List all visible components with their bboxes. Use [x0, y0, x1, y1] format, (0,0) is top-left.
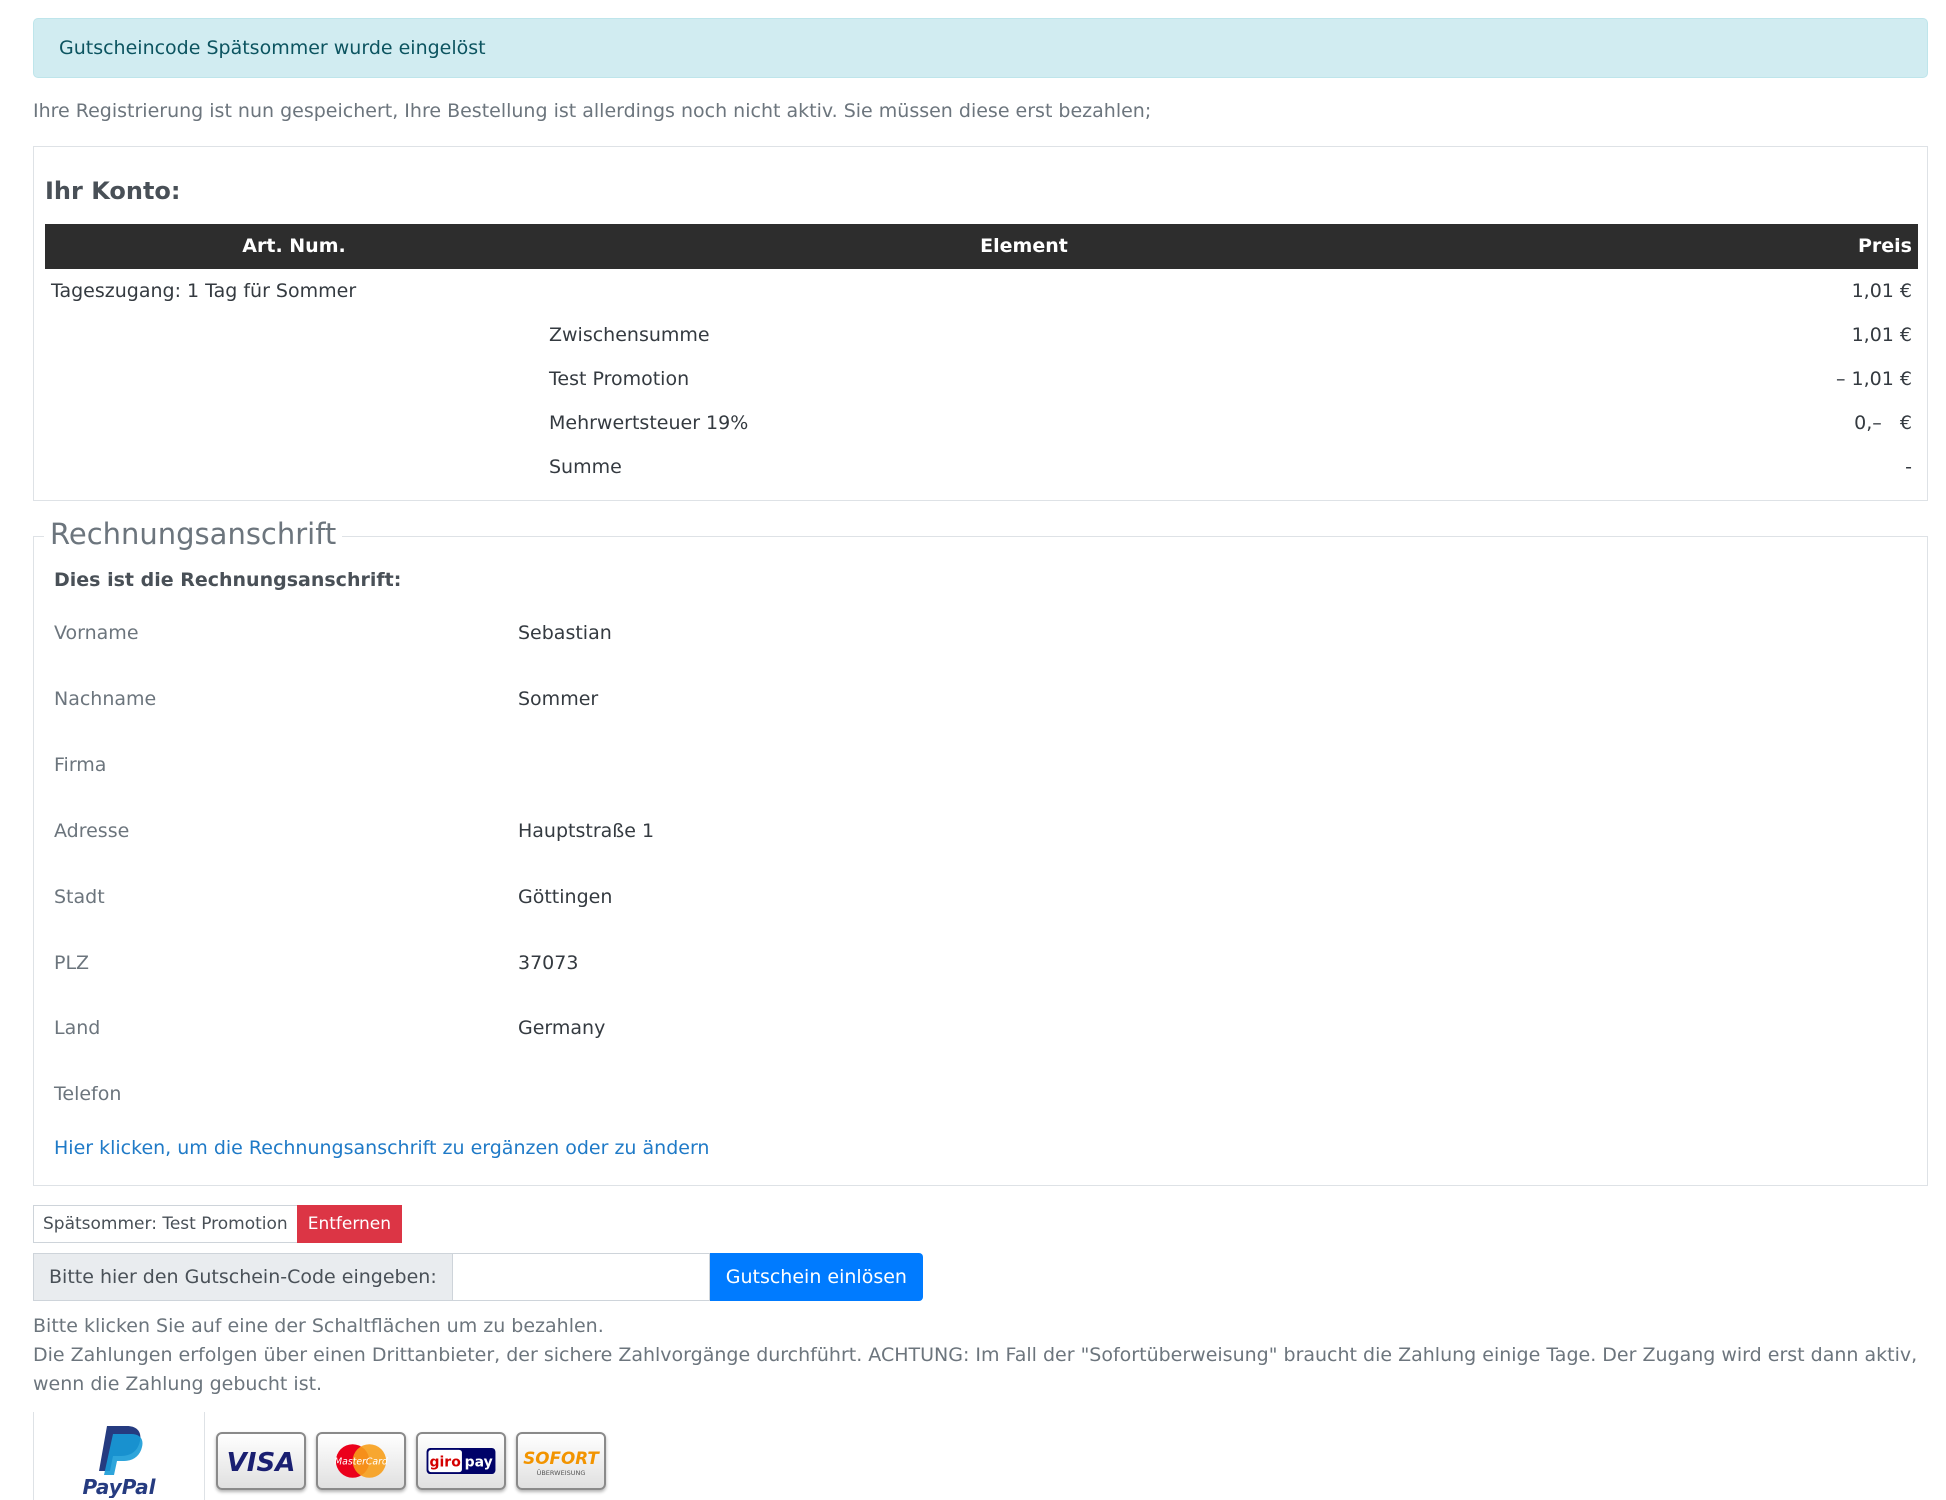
billing-subtitle: Dies ist die Rechnungsanschrift:	[54, 569, 402, 591]
field-label: Nachname	[54, 688, 157, 710]
total-row: Summe -	[45, 445, 1918, 489]
mastercard-button[interactable]: MasterCard	[316, 1432, 406, 1490]
total-value: -	[1905, 456, 1912, 478]
field-company: Firma	[54, 745, 1854, 785]
field-first-name: Vorname Sebastian	[54, 613, 1854, 653]
giropay-icon: giro pay	[426, 1447, 496, 1475]
vat-label: Mehrwertsteuer 19%	[549, 412, 749, 434]
column-art-num: Art. Num.	[242, 235, 346, 257]
payment-methods: PayPal VISA MasterCard giro pay SOFORT Ü…	[33, 1412, 633, 1500]
mastercard-icon: MasterCard	[334, 1444, 388, 1478]
item-label: Tageszugang: 1 Tag für Sommer	[51, 280, 357, 302]
column-price: Preis	[1857, 235, 1912, 257]
field-country: Land Germany	[54, 1008, 1854, 1048]
payment-instruction: Bitte klicken Sie auf eine der Schaltflä…	[33, 1315, 604, 1337]
field-value: Göttingen	[518, 886, 613, 908]
field-label: Firma	[54, 754, 107, 776]
paypal-label: PayPal	[82, 1475, 156, 1498]
visa-icon: VISA	[227, 1448, 296, 1478]
sofort-label: SOFORT	[523, 1448, 600, 1468]
field-phone: Telefon	[54, 1074, 1854, 1114]
order-item-row: Tageszugang: 1 Tag für Sommer 1,01 €	[45, 269, 1918, 313]
field-label: Stadt	[54, 886, 105, 908]
voucher-form: Bitte hier den Gutschein-Code eingeben: …	[33, 1253, 923, 1301]
field-label: PLZ	[54, 952, 90, 974]
order-table-header: Art. Num. Element Preis	[45, 224, 1918, 269]
field-value: 37073	[518, 952, 579, 974]
voucher-label: Bitte hier den Gutschein-Code eingeben:	[33, 1253, 453, 1301]
field-label: Telefon	[54, 1083, 122, 1105]
redeem-voucher-button[interactable]: Gutschein einlösen	[709, 1253, 923, 1301]
remove-promo-button[interactable]: Entfernen	[296, 1205, 403, 1243]
promotion-value: – 1,01 €	[1836, 368, 1912, 390]
edit-billing-address-link[interactable]: Hier klicken, um die Rechnungsanschrift …	[54, 1137, 709, 1159]
subtotal-row: Zwischensumme 1,01 €	[45, 313, 1918, 357]
item-price: 1,01 €	[1851, 280, 1912, 302]
field-value: Sommer	[518, 688, 599, 710]
field-value: Hauptstraße 1	[518, 820, 655, 842]
subtotal-label: Zwischensumme	[549, 324, 710, 346]
field-address: Adresse Hauptstraße 1	[54, 811, 1854, 851]
giropay-label-a: giro	[430, 1455, 461, 1471]
promotion-row: Test Promotion – 1,01 €	[45, 357, 1918, 401]
visa-label: VISA	[227, 1448, 296, 1478]
promo-name: Spätsommer: Test Promotion	[33, 1205, 297, 1243]
field-value: Sebastian	[518, 622, 612, 644]
giropay-button[interactable]: giro pay	[416, 1432, 506, 1490]
field-last-name: Nachname Sommer	[54, 679, 1854, 719]
field-city: Stadt Göttingen	[54, 877, 1854, 917]
vat-row: Mehrwertsteuer 19% 0,– €	[45, 401, 1918, 445]
total-label: Summe	[549, 456, 622, 478]
paypal-logo-icon: PayPal	[82, 1426, 157, 1498]
mastercard-label: MasterCard	[334, 1457, 388, 1468]
paypal-button[interactable]: PayPal	[33, 1412, 205, 1500]
billing-address-panel: Rechnungsanschrift Dies ist die Rechnung…	[33, 517, 1928, 1186]
intro-text: Ihre Registrierung ist nun gespeichert, …	[33, 100, 1152, 122]
giropay-label-b: pay	[465, 1455, 493, 1471]
billing-legend: Rechnungsanschrift	[44, 517, 343, 551]
field-value: Germany	[518, 1017, 606, 1039]
payment-info: Bitte klicken Sie auf eine der Schaltflä…	[33, 1312, 1928, 1399]
field-zip: PLZ 37073	[54, 943, 1854, 983]
promotion-label: Test Promotion	[549, 368, 690, 390]
subtotal-value: 1,01 €	[1851, 324, 1912, 346]
field-label: Vorname	[54, 622, 139, 644]
field-label: Adresse	[54, 820, 130, 842]
vat-value: 0,– €	[1854, 412, 1912, 434]
sofort-button[interactable]: SOFORT ÜBERWEISUNG	[516, 1432, 606, 1490]
sofort-icon: SOFORT ÜBERWEISUNG	[523, 1448, 600, 1477]
applied-promo: Spätsommer: Test Promotion Entfernen	[33, 1205, 403, 1243]
field-label: Land	[54, 1017, 101, 1039]
sofort-sublabel: ÜBERWEISUNG	[537, 1468, 586, 1477]
payment-notice: Die Zahlungen erfolgen über einen Dritta…	[33, 1344, 1918, 1395]
account-panel: Ihr Konto: Art. Num. Element Preis Tages…	[33, 146, 1928, 501]
column-element: Element	[980, 235, 1068, 257]
voucher-input[interactable]	[452, 1253, 710, 1301]
success-alert: Gutscheincode Spätsommer wurde eingelöst	[33, 18, 1928, 78]
visa-button[interactable]: VISA	[216, 1432, 306, 1490]
account-title: Ihr Konto:	[45, 177, 181, 205]
